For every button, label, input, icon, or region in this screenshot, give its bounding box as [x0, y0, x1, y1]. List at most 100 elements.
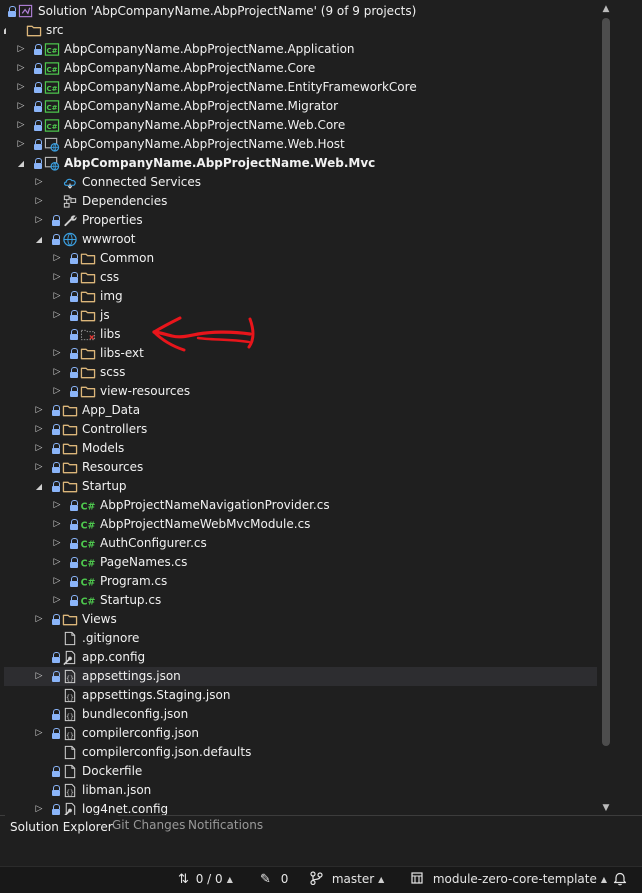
branch-status[interactable]: master ▲ [310, 867, 384, 893]
tree-item-compilerconfig[interactable]: ▷ {} compilerconfig.json [4, 724, 597, 743]
tree-item-webmvc-module[interactable]: ▷ C# AbpProjectNameWebMvcModule.cs [4, 515, 597, 534]
tree-item-solution[interactable]: Solution 'AbpCompanyName.AbpProjectName'… [4, 2, 597, 21]
expanded-arrow-icon[interactable]: ◢ [34, 477, 44, 496]
scroll-down-arrow-icon[interactable]: ▼ [598, 801, 614, 815]
tab-notifications[interactable]: Notifications [183, 815, 268, 837]
tree-item-controllers[interactable]: ▷ Controllers [4, 420, 597, 439]
tree-item-common[interactable]: ▷ Common [4, 249, 597, 268]
tree-item-libman[interactable]: {} libman.json [4, 781, 597, 800]
csharp-file-icon: C# [81, 539, 96, 550]
collapsed-arrow-icon[interactable]: ▷ [34, 173, 44, 192]
collapsed-arrow-icon[interactable]: ▷ [34, 800, 44, 815]
collapsed-arrow-icon[interactable]: ▷ [52, 363, 62, 382]
tree-item-appsettings-staging[interactable]: {} appsettings.Staging.json [4, 686, 597, 705]
collapsed-arrow-icon[interactable]: ▷ [34, 401, 44, 420]
tree-item-models[interactable]: ▷ Models [4, 439, 597, 458]
collapsed-arrow-icon[interactable]: ▷ [16, 40, 26, 59]
tree-item-resources[interactable]: ▷ Resources [4, 458, 597, 477]
collapsed-arrow-icon[interactable]: ▷ [34, 458, 44, 477]
collapsed-arrow-icon[interactable]: ▷ [16, 78, 26, 97]
collapsed-arrow-icon[interactable]: ▷ [52, 249, 62, 268]
collapsed-arrow-icon[interactable]: ▷ [34, 724, 44, 743]
expanded-arrow-icon[interactable]: ◢ [16, 154, 26, 173]
tree-item-gitignore[interactable]: .gitignore [4, 629, 597, 648]
expanded-arrow-icon[interactable]: ◢ [4, 21, 8, 40]
tree-item-compilerconfig-defaults[interactable]: compilerconfig.json.defaults [4, 743, 597, 762]
collapsed-arrow-icon[interactable]: ▷ [16, 97, 26, 116]
collapsed-arrow-icon[interactable]: ▷ [52, 572, 62, 591]
tree-item-label: AbpCompanyName.AbpProjectName.Web.Core [64, 118, 346, 132]
collapsed-arrow-icon[interactable]: ▷ [34, 610, 44, 629]
collapsed-arrow-icon[interactable]: ▷ [16, 116, 26, 135]
tree-item-views[interactable]: ▷ Views [4, 610, 597, 629]
collapsed-arrow-icon[interactable]: ▷ [16, 135, 26, 154]
folder-icon [80, 367, 96, 379]
tree-item-libs[interactable]: libs [4, 325, 597, 344]
pending-edits-status[interactable]: ✎ 0 [260, 867, 288, 893]
tree-item-web-mvc[interactable]: ◢ AbpCompanyName.AbpProjectName.Web.Mvc [4, 154, 597, 173]
tree-item-log4net[interactable]: ▷ log4net.config [4, 800, 597, 815]
collapsed-arrow-icon[interactable]: ▷ [52, 268, 62, 287]
collapsed-arrow-icon[interactable]: ▷ [52, 534, 62, 553]
lock-icon [52, 230, 61, 249]
tree-item-css[interactable]: ▷ css [4, 268, 597, 287]
folder-icon [62, 443, 78, 455]
tree-item-application[interactable]: ▷ C# AbpCompanyName.AbpProjectName.Applica… [4, 40, 597, 59]
tree-item-dockerfile[interactable]: Dockerfile [4, 762, 597, 781]
tree-item-appsettings[interactable]: ▷ {} appsettings.json [4, 667, 597, 686]
expanded-arrow-icon[interactable]: ◢ [34, 230, 44, 249]
collapsed-arrow-icon[interactable]: ▷ [34, 420, 44, 439]
collapsed-arrow-icon[interactable]: ▷ [52, 496, 62, 515]
collapsed-arrow-icon[interactable]: ▷ [52, 306, 62, 325]
tree-item-startup[interactable]: ◢ Startup [4, 477, 597, 496]
tree-item-web-host[interactable]: ▷ AbpCompanyName.AbpProjectName.Web.Host [4, 135, 597, 154]
tree-item-img[interactable]: ▷ img [4, 287, 597, 306]
collapsed-arrow-icon[interactable]: ▷ [34, 439, 44, 458]
collapsed-arrow-icon[interactable]: ▷ [52, 382, 62, 401]
collapsed-arrow-icon[interactable]: ▷ [52, 553, 62, 572]
tree-item-src[interactable]: ◢ src [4, 21, 597, 40]
collapsed-arrow-icon[interactable]: ▷ [34, 211, 44, 230]
tree-item-app-config[interactable]: app.config [4, 648, 597, 667]
lock-icon [34, 97, 43, 116]
tree-item-properties[interactable]: ▷ Properties [4, 211, 597, 230]
collapsed-arrow-icon[interactable]: ▷ [52, 344, 62, 363]
tree-item-core[interactable]: ▷ C# AbpCompanyName.AbpProjectName.Core [4, 59, 597, 78]
tree-item-js[interactable]: ▷ js [4, 306, 597, 325]
tree-item-bundleconfig[interactable]: {} bundleconfig.json [4, 705, 597, 724]
collapsed-arrow-icon[interactable]: ▷ [52, 515, 62, 534]
tree-item-navigation-provider[interactable]: ▷ C# AbpProjectNameNavigationProvider.cs [4, 496, 597, 515]
tree-item-auth-configurer[interactable]: ▷ C# AuthConfigurer.cs [4, 534, 597, 553]
tree-item-label: .gitignore [82, 631, 140, 645]
csharp-project-icon: C# [44, 43, 60, 56]
collapsed-arrow-icon[interactable]: ▷ [34, 192, 44, 211]
scroll-up-arrow-icon[interactable]: ▲ [598, 2, 614, 16]
folder-icon [26, 25, 42, 37]
tree-item-web-core[interactable]: ▷ C# AbpCompanyName.AbpProjectName.Web.Cor… [4, 116, 597, 135]
scrollbar-thumb[interactable] [602, 18, 610, 746]
tree-item-wwwroot[interactable]: ◢ wwwroot [4, 230, 597, 249]
collapsed-arrow-icon[interactable]: ▷ [16, 59, 26, 78]
tree-item-connected-services[interactable]: ▷ Connected Services [4, 173, 597, 192]
notifications-bell[interactable] [613, 867, 627, 893]
tab-git-changes[interactable]: Git Changes [107, 815, 190, 837]
tree-item-migrator[interactable]: ▷ C# AbpCompanyName.AbpProjectName.Migrato… [4, 97, 597, 116]
tree-item-app-data[interactable]: ▷ App_Data [4, 401, 597, 420]
collapsed-arrow-icon[interactable]: ▷ [52, 591, 62, 610]
tab-solution-explorer[interactable]: Solution Explorer [5, 815, 118, 839]
tree-item-startup-cs[interactable]: ▷ C# Startup.cs [4, 591, 597, 610]
vertical-scrollbar[interactable]: ▲ ▼ [598, 2, 614, 815]
collapsed-arrow-icon[interactable]: ▷ [52, 287, 62, 306]
connected-services-icon [63, 178, 76, 189]
tree-item-entityframeworkcore[interactable]: ▷ C# AbpCompanyName.AbpProjectName.EntityF… [4, 78, 597, 97]
tree-item-dependencies[interactable]: ▷ Dependencies [4, 192, 597, 211]
tree-item-scss[interactable]: ▷ scss [4, 363, 597, 382]
folder-icon [62, 462, 78, 474]
repository-status[interactable]: module-zero-core-template ▲ [410, 867, 607, 893]
git-changes-status[interactable]: ⇅ 0 / 0 ▲ [178, 867, 233, 893]
tree-item-page-names[interactable]: ▷ C# PageNames.cs [4, 553, 597, 572]
collapsed-arrow-icon[interactable]: ▷ [34, 667, 44, 686]
tree-item-libs-ext[interactable]: ▷ libs-ext [4, 344, 597, 363]
tree-item-program[interactable]: ▷ C# Program.cs [4, 572, 597, 591]
tree-item-view-resources[interactable]: ▷ view-resources [4, 382, 597, 401]
